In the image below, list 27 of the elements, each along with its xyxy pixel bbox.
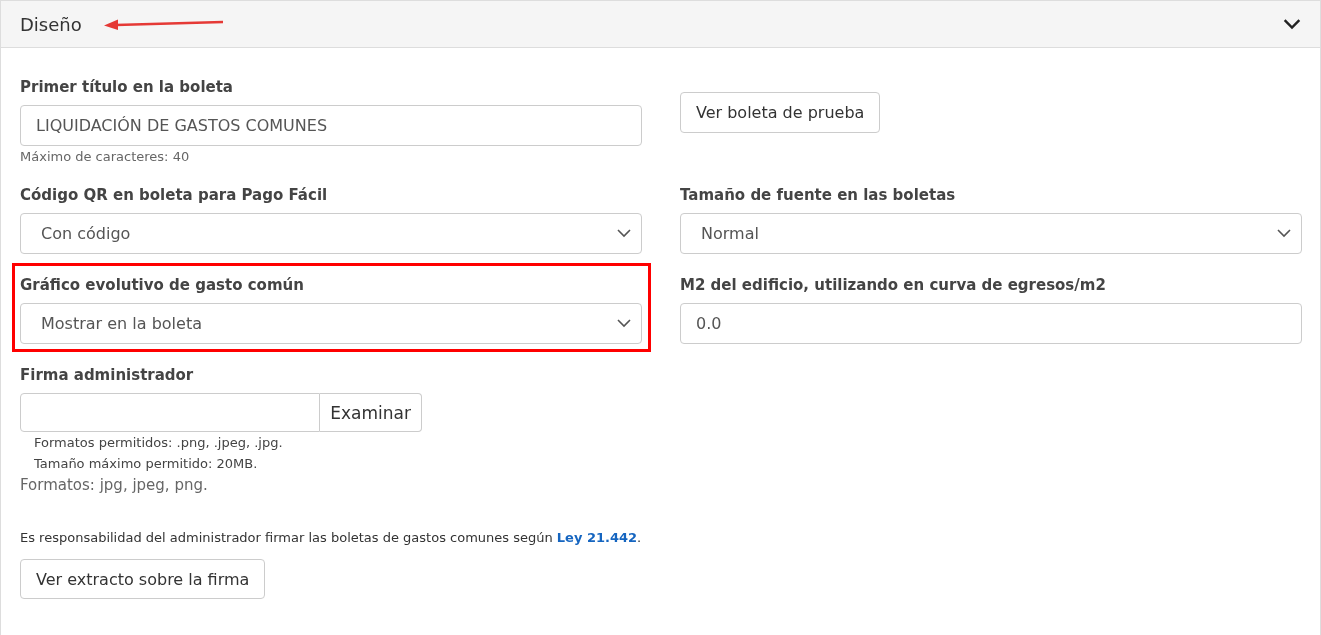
panel-header[interactable]: Diseño [1,1,1320,48]
text-field[interactable]: LIQUIDACIÓN DE GASTOS COMUNES [20,105,642,146]
browse-button[interactable]: Examinar [320,393,422,432]
hint-text: Formatos permitidos: .png, .jpeg, .jpg. [34,434,284,452]
hint-text: Tamaño máximo permitido: 20MB. [34,455,259,473]
dropdown[interactable]: Mostrar en la boleta [20,303,642,344]
chevron-icon [617,319,631,328]
chevron-icon [1277,229,1291,238]
field-label: M2 del edificio, utilizando en curva de egresos/m2 [680,276,1107,294]
chevron-icon [617,229,631,238]
dropdown[interactable]: Con código [20,213,642,254]
formats-text: Formatos: jpg, jpeg, png. [20,475,209,496]
extract-button[interactable]: Ver extracto sobre la firma [20,559,266,599]
dropdown[interactable]: Normal [680,213,1302,254]
law-link[interactable]: Ley 21.442 [556,530,638,545]
field-label: Código QR en boleta para Pago Fácil [20,186,329,204]
panel-title: Diseño [20,13,82,35]
chevron-icon [1283,18,1301,30]
notice-text: Es responsabilidad del administrador firmar las boletas de gastos comunes según Ley 21.442. [20,530,643,545]
field-label: Primer título en la boleta [20,78,234,96]
field-label: Gráfico evolutivo de gasto común [20,276,305,294]
help-text: Máximo de caracteres: 40 [20,149,191,164]
preview-button[interactable]: Ver boleta de prueba [680,92,881,133]
text-field[interactable]: 0.0 [680,303,1302,344]
field-label: Tamaño de fuente en las boletas [680,186,957,204]
file-field[interactable] [20,393,321,432]
field-label: Firma administrador [20,366,195,384]
